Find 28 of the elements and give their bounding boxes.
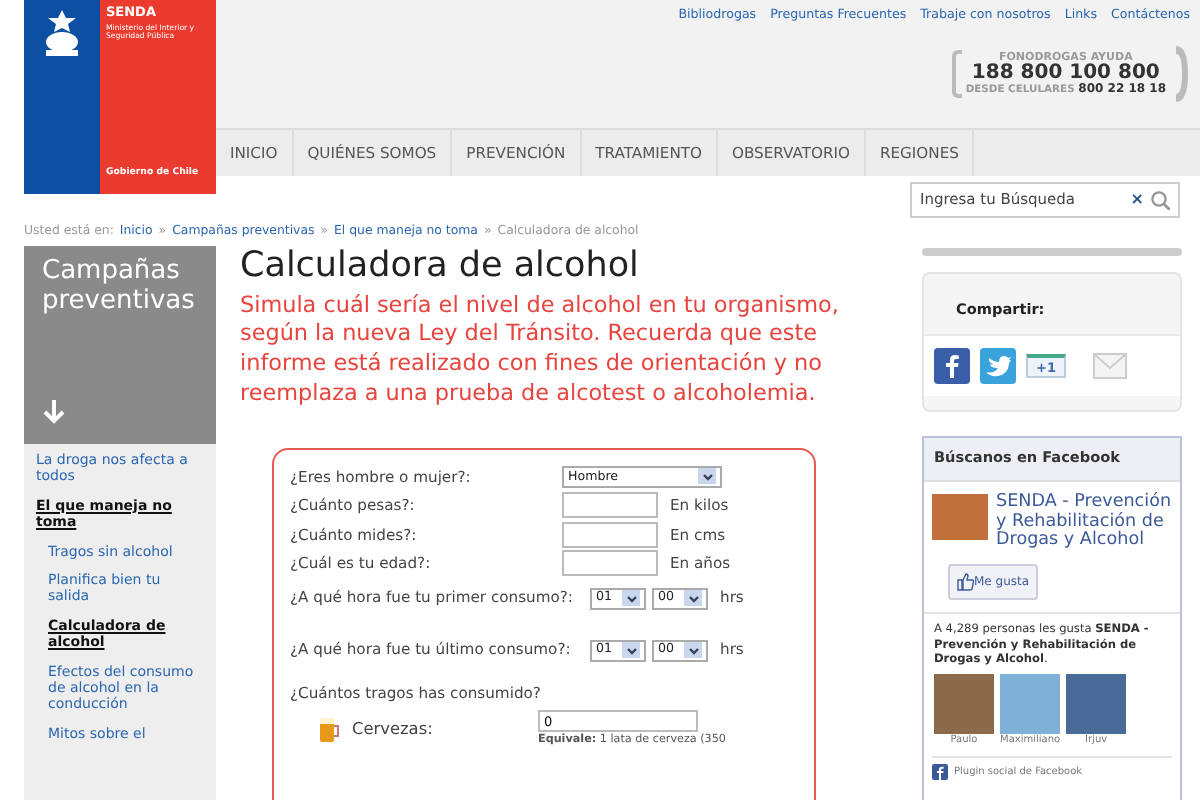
hotline-number: 188 800 100 800 xyxy=(971,64,1160,85)
photo-placeholder xyxy=(1066,673,1127,734)
chevron-icon xyxy=(625,645,637,656)
page-title: Calculadora de alcohol xyxy=(240,246,641,290)
bracket-mark xyxy=(951,50,962,99)
drink-label: Cervezas: xyxy=(352,716,433,742)
photo-placeholder xyxy=(934,673,994,734)
intro-text: Simula cuál sería el nivel de alcohol en tu organismo, según la nueva Ley del Tránsito. Recuerda que este informe está realizado con fines de orientación y no reemplaza a una prueba de alcotest o alcoholemia. xyxy=(240,291,840,409)
clear-button[interactable]: × xyxy=(1130,188,1144,212)
input-field[interactable] xyxy=(562,521,658,548)
down-arrow-icon xyxy=(42,398,66,424)
facebook-icon[interactable] xyxy=(934,347,970,384)
input-field[interactable] xyxy=(562,492,658,519)
search-icon[interactable] xyxy=(1150,190,1170,210)
chevron-icon xyxy=(687,593,699,604)
chevron-icon xyxy=(687,645,699,656)
sidebar-title: Campañas preventivas xyxy=(42,258,197,318)
bird-icon[interactable] xyxy=(980,347,1016,384)
chevron-icon xyxy=(625,593,637,604)
facebook-icon xyxy=(932,764,948,781)
photo-placeholder xyxy=(932,493,988,540)
thumbs-up-icon xyxy=(956,572,974,593)
beer-glass-icon xyxy=(318,715,340,744)
page-link[interactable]: SENDA - Prevención y Rehabilitación de Drogas y Alcohol xyxy=(996,493,1172,552)
input-field[interactable] xyxy=(562,550,658,577)
envelope-icon[interactable] xyxy=(1092,347,1128,384)
chevron-icon xyxy=(701,471,713,482)
photo-placeholder xyxy=(1000,673,1061,734)
